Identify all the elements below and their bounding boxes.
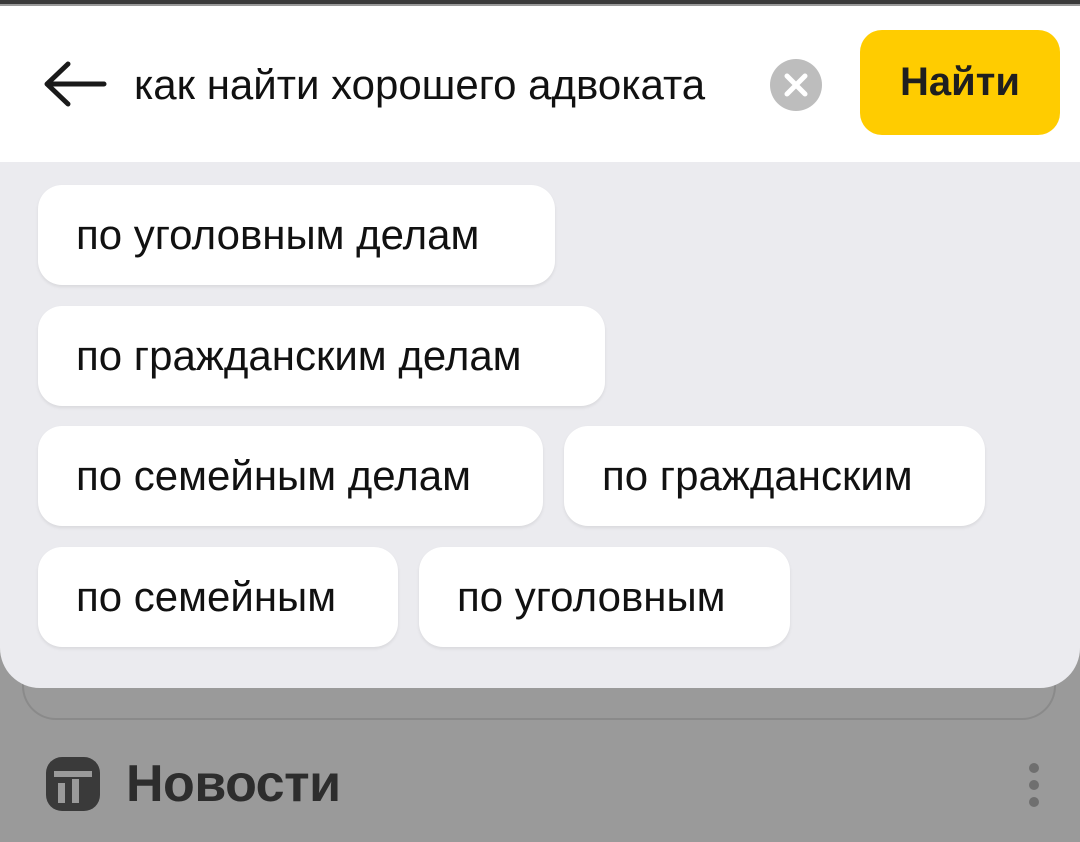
suggestion-chip[interactable]: по гражданским делам bbox=[38, 306, 605, 406]
suggestion-chip[interactable]: по семейным делам bbox=[38, 426, 543, 526]
arrow-left-icon bbox=[44, 61, 107, 107]
more-vertical-icon[interactable] bbox=[1024, 762, 1044, 808]
search-suggest-panel: Найти по уголовным делам по гражданским … bbox=[0, 6, 1080, 688]
back-button[interactable] bbox=[38, 52, 112, 116]
suggestion-chip[interactable]: по гражданским bbox=[564, 426, 985, 526]
news-section-header[interactable]: Новости bbox=[46, 752, 1046, 816]
news-logo-icon bbox=[46, 757, 100, 811]
suggestion-chip[interactable]: по уголовным делам bbox=[38, 185, 555, 285]
clear-search-button[interactable] bbox=[770, 59, 822, 111]
suggestion-chip[interactable]: по уголовным bbox=[419, 547, 790, 647]
close-icon bbox=[784, 73, 808, 97]
find-button[interactable]: Найти bbox=[860, 30, 1060, 135]
search-bar: Найти bbox=[0, 6, 1080, 162]
news-title: Новости bbox=[126, 755, 341, 813]
search-input[interactable] bbox=[134, 50, 754, 120]
suggestion-chip[interactable]: по семейным bbox=[38, 547, 398, 647]
